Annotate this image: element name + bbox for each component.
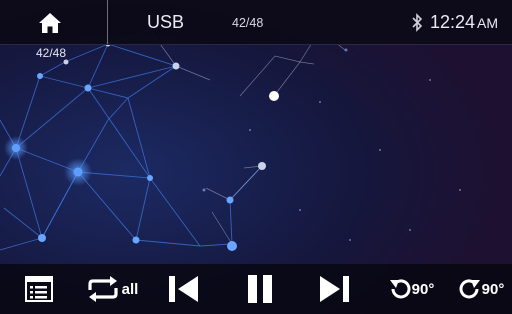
- status-bar: USB 42/48 12:24 AM: [0, 0, 512, 45]
- source-label: USB: [147, 12, 185, 32]
- previous-button[interactable]: [162, 264, 204, 314]
- playlist-button[interactable]: [22, 264, 56, 314]
- repeat-label: all: [121, 280, 139, 298]
- home-icon: [39, 13, 61, 33]
- pause-button[interactable]: [240, 264, 280, 314]
- control-bar: all 90° 90°: [0, 264, 512, 314]
- track-counter-overlay: 42/48: [36, 46, 67, 60]
- playlist-icon: [25, 276, 53, 302]
- next-icon: [320, 276, 349, 302]
- repeat-button[interactable]: all: [78, 264, 144, 314]
- repeat-icon: [88, 276, 118, 302]
- home-button[interactable]: [30, 8, 70, 38]
- rotate-left-icon: [389, 279, 411, 299]
- divider: [107, 0, 108, 44]
- clock-ampm: AM: [477, 15, 499, 31]
- rotate-left-button[interactable]: 90°: [380, 264, 442, 314]
- track-counter: 42/48: [232, 16, 264, 30]
- rotate-left-label: 90°: [411, 280, 435, 298]
- previous-icon: [169, 276, 198, 302]
- next-button[interactable]: [314, 264, 356, 314]
- clock: 12:24 AM: [430, 12, 498, 33]
- pause-icon: [248, 275, 272, 303]
- rotate-right-icon: [459, 279, 480, 299]
- bluetooth-icon: [412, 13, 423, 32]
- rotate-right-button[interactable]: 90°: [450, 264, 512, 314]
- clock-time: 12:24: [430, 12, 476, 32]
- rotate-right-label: 90°: [481, 280, 505, 298]
